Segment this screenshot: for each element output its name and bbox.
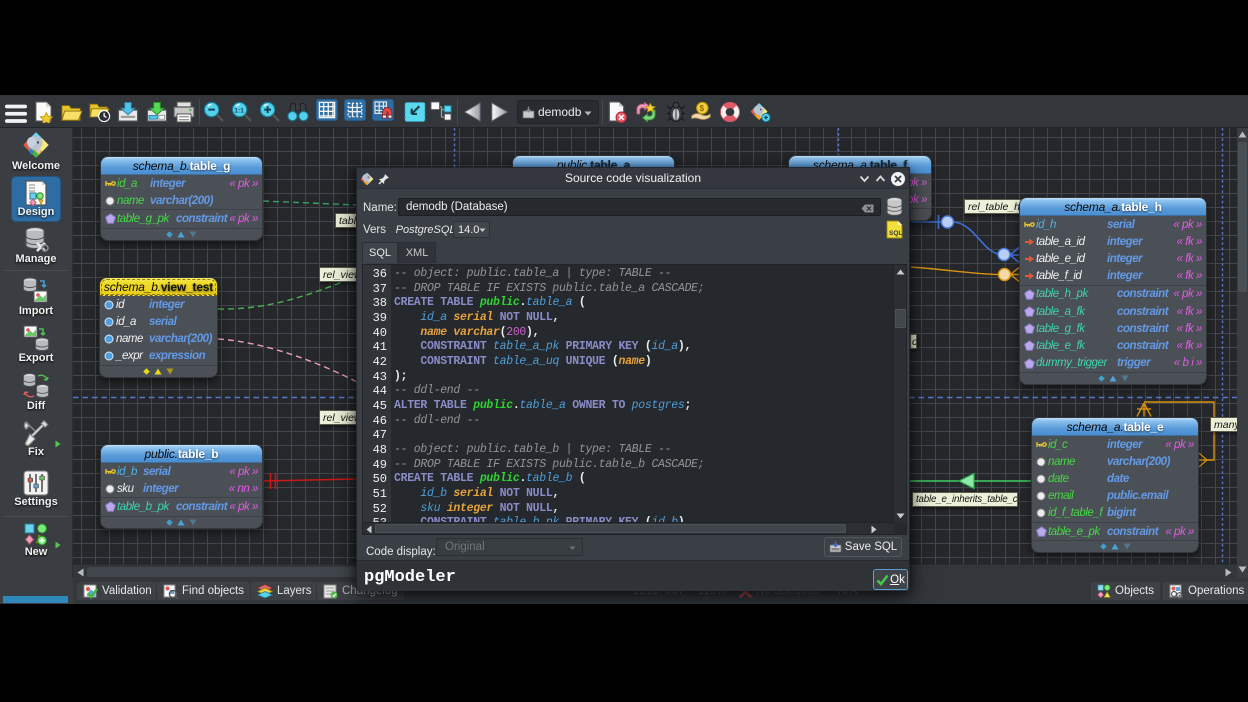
svg-text:SQL: SQL	[889, 230, 902, 237]
svg-text:$: $	[700, 104, 705, 113]
svg-text:1:1: 1:1	[234, 107, 244, 114]
